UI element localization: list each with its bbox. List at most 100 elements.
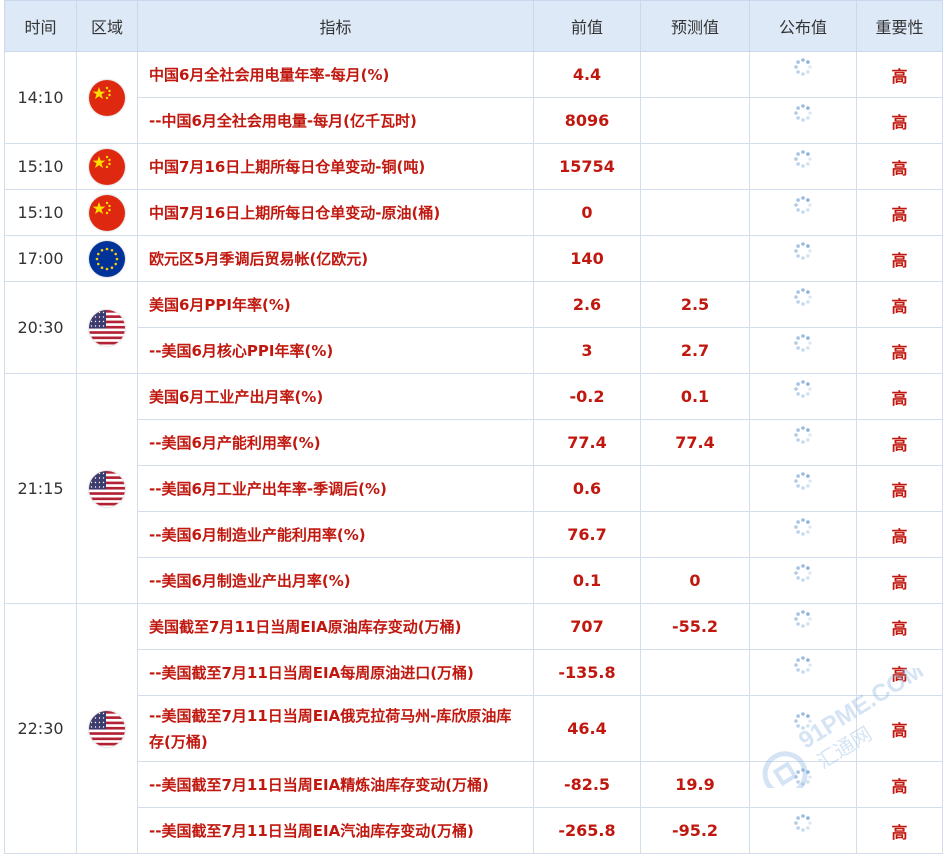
actual-value [749, 189, 857, 236]
forecast-value: 2.5 [640, 281, 750, 328]
header-previous[interactable]: 前值 [533, 0, 641, 52]
actual-value [749, 695, 857, 762]
indicator-cell[interactable]: 中国7月16日上期所每日仓单变动-铜(吨) [137, 143, 534, 190]
previous-value: 2.6 [533, 281, 641, 328]
actual-value [749, 281, 857, 328]
importance-value: 高 [856, 51, 943, 98]
forecast-value: 77.4 [640, 419, 750, 466]
loading-spinner-icon [793, 655, 813, 675]
previous-value: -135.8 [533, 649, 641, 696]
previous-value: -265.8 [533, 807, 641, 854]
us-flag-icon [89, 470, 125, 507]
time-cell: 20:30 [4, 281, 77, 374]
indicator-cell[interactable]: --美国截至7月11日当周EIA精炼油库存变动(万桶) [137, 761, 534, 808]
table-row[interactable]: --美国截至7月11日当周EIA每周原油进口(万桶) -135.8 高 [5, 649, 943, 696]
table-row[interactable]: 15:10 中国7月16日上期所每日仓单变动-原油(桶) 0 高 [4, 189, 943, 236]
header-importance[interactable]: 重要性 [856, 0, 943, 52]
previous-value: 0.6 [533, 465, 641, 512]
actual-value [749, 761, 857, 808]
table-row[interactable]: 21:15 美国6月工业产出月率(%) -0.2 0.1 高 [4, 373, 943, 604]
indicator-cell[interactable]: --美国6月核心PPI年率(%) [137, 327, 534, 374]
region-cell [76, 603, 138, 854]
region-cell [76, 143, 138, 190]
region-cell [76, 51, 138, 144]
region-cell [76, 235, 138, 282]
table-row[interactable]: --美国截至7月11日当周EIA汽油库存变动(万桶) -265.8 -95.2 高 [5, 807, 943, 854]
table-row[interactable]: 22:30 美国截至7月11日当周EIA原油库存变动(万桶) 707 -55.2 高 [4, 603, 943, 854]
header-region[interactable]: 区域 [76, 0, 138, 52]
previous-value: 46.4 [533, 695, 641, 762]
table-row[interactable]: --美国截至7月11日当周EIA精炼油库存变动(万桶) -82.5 19.9 高 [5, 761, 943, 808]
actual-value [749, 373, 857, 420]
actual-value [749, 143, 857, 190]
time-cell: 14:10 [4, 51, 77, 144]
table-row[interactable]: 15:10 中国7月16日上期所每日仓单变动-铜(吨) 15754 高 [4, 143, 943, 190]
indicator-cell[interactable]: --美国6月产能利用率(%) [137, 419, 534, 466]
actual-value [749, 51, 857, 98]
table-row[interactable]: --中国6月全社会用电量-每月(亿千瓦时) 8096 高 [5, 97, 943, 144]
table-row[interactable]: 20:30 美国6月PPI年率(%) 2.6 2.5 高 [4, 281, 943, 374]
china-flag-icon [89, 194, 125, 231]
indicator-cell[interactable]: --美国截至7月11日当周EIA汽油库存变动(万桶) [137, 807, 534, 854]
indicator-cell[interactable]: --美国6月工业产出年率-季调后(%) [137, 465, 534, 512]
indicator-cell[interactable]: --中国6月全社会用电量-每月(亿千瓦时) [137, 97, 534, 144]
region-cell [76, 281, 138, 374]
indicator-cell[interactable]: 美国6月工业产出月率(%) [137, 373, 534, 420]
previous-value: 0 [533, 189, 641, 236]
loading-spinner-icon [793, 149, 813, 169]
us-flag-icon [89, 710, 125, 747]
table-row[interactable]: --美国6月核心PPI年率(%) 3 2.7 高 [5, 327, 943, 374]
importance-value: 高 [856, 97, 943, 144]
loading-spinner-icon [793, 379, 813, 399]
table-row[interactable]: --美国6月产能利用率(%) 77.4 77.4 高 [5, 419, 943, 466]
importance-value: 高 [856, 189, 943, 236]
header-time[interactable]: 时间 [4, 0, 77, 52]
forecast-value [640, 97, 750, 144]
indicator-cell[interactable]: 中国7月16日上期所每日仓单变动-原油(桶) [137, 189, 534, 236]
importance-value: 高 [856, 419, 943, 466]
table-row[interactable]: 14:10 中国6月全社会用电量年率-每月(%) 4.4 高 [4, 51, 943, 144]
loading-spinner-icon [793, 767, 813, 787]
loading-spinner-icon [793, 195, 813, 215]
time-cell: 21:15 [4, 373, 77, 604]
table-row[interactable]: --美国6月工业产出年率-季调后(%) 0.6 高 [5, 465, 943, 512]
indicator-cell[interactable]: --美国6月制造业产出月率(%) [137, 557, 534, 604]
time-cell: 15:10 [4, 143, 77, 190]
loading-spinner-icon [793, 241, 813, 261]
header-indicator[interactable]: 指标 [137, 0, 534, 52]
header-forecast[interactable]: 预测值 [640, 0, 750, 52]
indicator-cell[interactable]: 欧元区5月季调后贸易帐(亿欧元) [137, 235, 534, 282]
previous-value: 3 [533, 327, 641, 374]
indicator-cell[interactable]: --美国截至7月11日当周EIA每周原油进口(万桶) [137, 649, 534, 696]
actual-value [749, 807, 857, 854]
indicator-cell[interactable]: 美国截至7月11日当周EIA原油库存变动(万桶) [137, 603, 534, 650]
table-row[interactable]: 17:00 欧元区5月季调后贸易帐(亿欧元) 140 高 [4, 235, 943, 282]
importance-value: 高 [856, 465, 943, 512]
indicator-cell[interactable]: 美国6月PPI年率(%) [137, 281, 534, 328]
indicator-cell[interactable]: 中国6月全社会用电量年率-每月(%) [137, 51, 534, 98]
indicator-cell[interactable]: --美国6月制造业产能利用率(%) [137, 511, 534, 558]
economic-calendar-table: 时间 区域 指标 前值 预测值 公布值 重要性 14:10 中国6月全社会用电量年… [4, 0, 943, 854]
loading-spinner-icon [793, 711, 813, 731]
table-row[interactable]: --美国6月制造业产出月率(%) 0.1 0 高 [5, 557, 943, 604]
indicator-cell[interactable]: --美国截至7月11日当周EIA俄克拉荷马州-库欣原油库存(万桶) [137, 695, 534, 762]
previous-value: 76.7 [533, 511, 641, 558]
importance-value: 高 [856, 281, 943, 328]
loading-spinner-icon [793, 333, 813, 353]
loading-spinner-icon [793, 563, 813, 583]
us-flag-icon [89, 309, 125, 346]
loading-spinner-icon [793, 103, 813, 123]
previous-value: 0.1 [533, 557, 641, 604]
time-cell: 22:30 [4, 603, 77, 854]
table-row[interactable]: --美国6月制造业产能利用率(%) 76.7 高 [5, 511, 943, 558]
importance-value: 高 [856, 807, 943, 854]
forecast-value [640, 511, 750, 558]
header-actual[interactable]: 公布值 [749, 0, 857, 52]
table-row[interactable]: --美国截至7月11日当周EIA俄克拉荷马州-库欣原油库存(万桶) 46.4 高 [5, 695, 943, 762]
previous-value: -0.2 [533, 373, 641, 420]
forecast-value: -95.2 [640, 807, 750, 854]
forecast-value [640, 235, 750, 282]
actual-value [749, 327, 857, 374]
importance-value: 高 [856, 373, 943, 420]
forecast-value [640, 143, 750, 190]
